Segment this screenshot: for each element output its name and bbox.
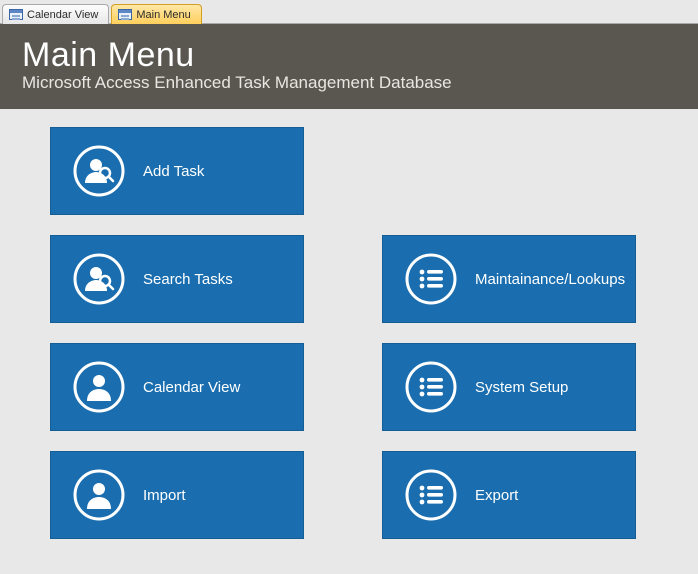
tile-label: Calendar View	[143, 379, 240, 396]
list-icon	[405, 253, 457, 305]
list-icon	[405, 361, 457, 413]
tile-label: Export	[475, 487, 518, 504]
list-icon	[405, 469, 457, 521]
tile-label: Import	[143, 487, 186, 504]
tab-calendar-view[interactable]: Calendar View	[2, 4, 109, 24]
tile-label: Maintainance/Lookups	[475, 271, 625, 288]
form-icon	[9, 9, 23, 20]
tile-add-task[interactable]: Add Task	[50, 127, 304, 215]
main-menu-grid: Add Task Search Tasks Calendar View	[0, 109, 698, 147]
page-title: Main Menu	[22, 36, 676, 75]
tab-label: Calendar View	[27, 9, 98, 21]
tab-main-menu[interactable]: Main Menu	[111, 4, 201, 24]
tile-import[interactable]: Import	[50, 451, 304, 539]
tile-label: System Setup	[475, 379, 568, 396]
person-search-icon	[73, 253, 125, 305]
person-search-icon	[73, 145, 125, 197]
tile-search-tasks[interactable]: Search Tasks	[50, 235, 304, 323]
tab-label: Main Menu	[136, 9, 190, 21]
tile-calendar-view[interactable]: Calendar View	[50, 343, 304, 431]
tile-export[interactable]: Export	[382, 451, 636, 539]
tab-strip: Calendar View Main Menu	[0, 0, 698, 24]
spacer	[382, 127, 636, 235]
tile-label: Search Tasks	[143, 271, 233, 288]
page-subtitle: Microsoft Access Enhanced Task Managemen…	[22, 73, 676, 93]
form-icon	[118, 9, 132, 20]
tile-system-setup[interactable]: System Setup	[382, 343, 636, 431]
page-header: Main Menu Microsoft Access Enhanced Task…	[0, 24, 698, 109]
person-icon	[73, 469, 125, 521]
tile-label: Add Task	[143, 163, 204, 180]
person-icon	[73, 361, 125, 413]
tile-maintenance-lookups[interactable]: Maintainance/Lookups	[382, 235, 636, 323]
